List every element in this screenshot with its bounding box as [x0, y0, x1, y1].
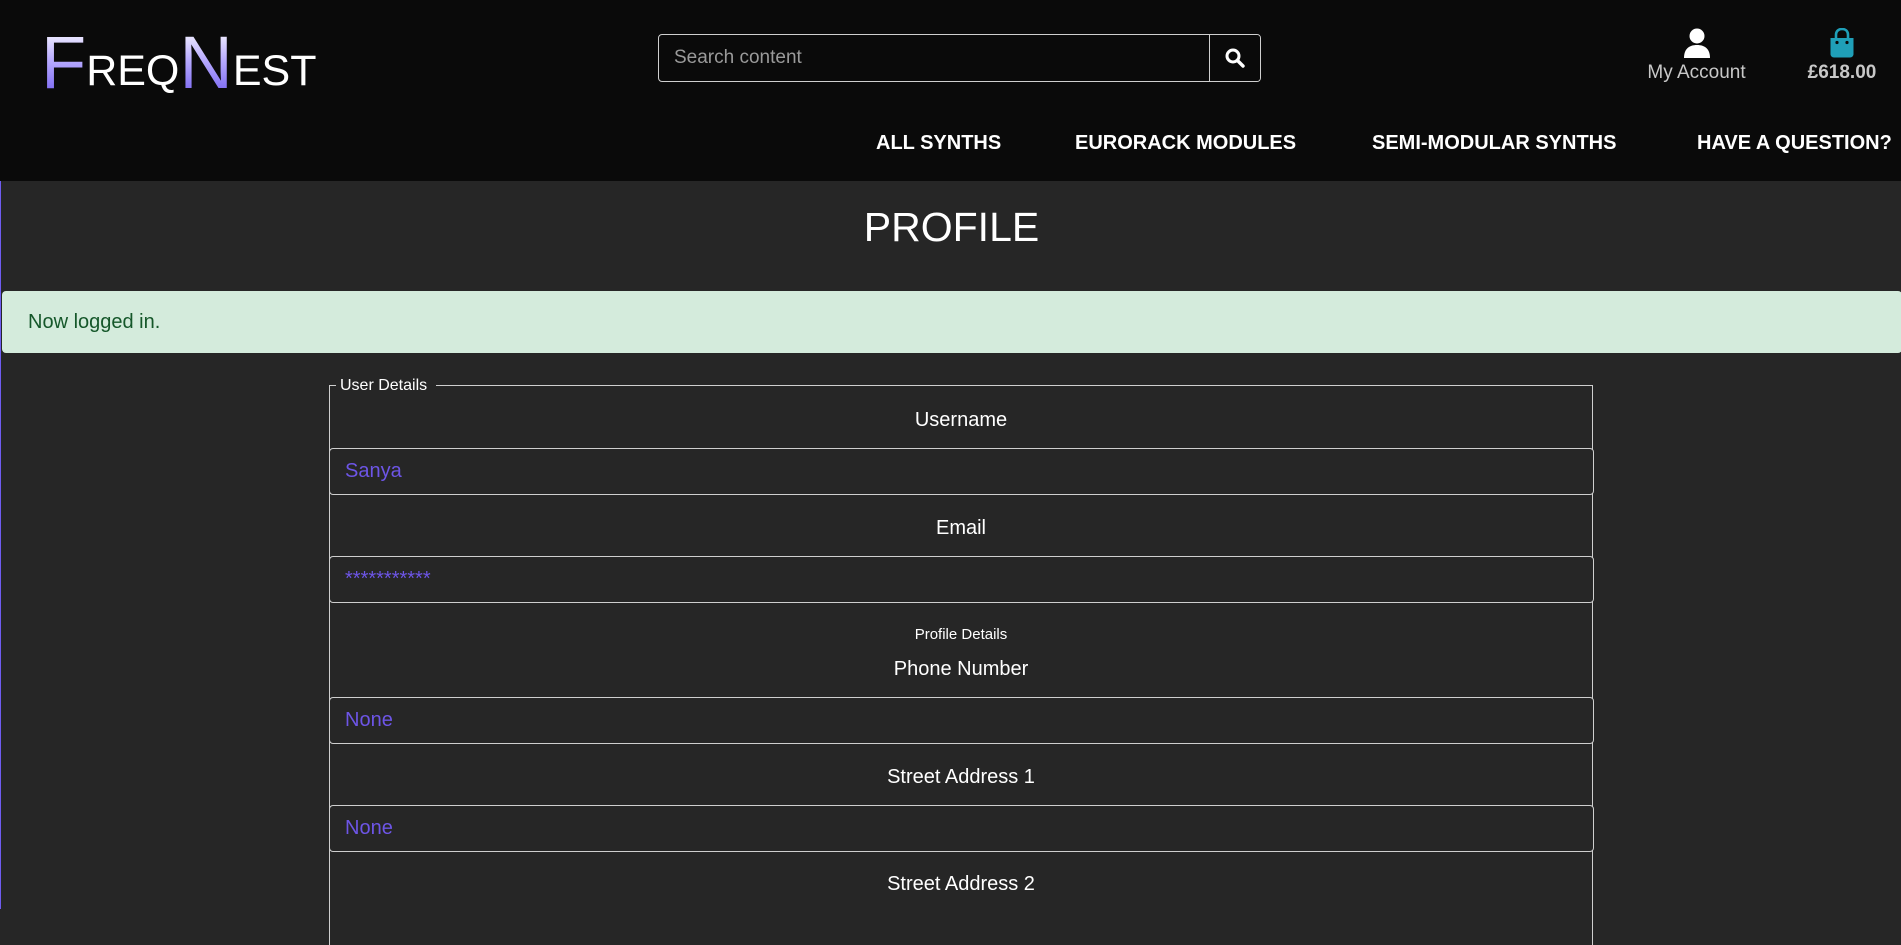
my-account-label: My Account — [1647, 62, 1746, 83]
street-address-1-field[interactable] — [329, 805, 1594, 852]
success-alert: Now logged in. — [2, 291, 1901, 353]
search-button[interactable] — [1209, 35, 1260, 81]
logo-text-req: REQ — [86, 47, 180, 95]
phone-number-field[interactable] — [329, 697, 1594, 744]
user-details-legend: User Details — [336, 377, 437, 395]
my-account-link[interactable]: My Account — [1640, 28, 1753, 84]
logo[interactable]: F REQ N EST — [41, 22, 316, 100]
nav-all-synths[interactable]: ALL SYNTHS — [876, 132, 1001, 155]
page-title: PROFILE — [863, 204, 1040, 250]
profile-details-legend: Profile Details — [914, 626, 1008, 643]
nav-semi-modular-synths[interactable]: SEMI-MODULAR SYNTHS — [1372, 132, 1616, 155]
username-label: Username — [914, 409, 1008, 431]
user-details-fieldset: User Details Username Email Profile Deta… — [329, 377, 1594, 945]
profile-page: PROFILE Now logged in. User Details User… — [0, 181, 1901, 945]
nav-eurorack-modules[interactable]: EURORACK MODULES — [1075, 132, 1296, 155]
site-header: FREQNEST My Account £618.00 ALL SYNTHS E… — [0, 0, 1901, 181]
email-label: Email — [935, 517, 986, 539]
search-icon — [1225, 48, 1245, 68]
email-field[interactable] — [329, 556, 1594, 603]
logo-letter-n: N — [179, 21, 233, 104]
logo-text-est: EST — [232, 47, 317, 95]
nav-have-a-question[interactable]: HAVE A QUESTION? — [1697, 132, 1892, 155]
phone-number-label: Phone Number — [893, 658, 1029, 680]
search-input[interactable] — [659, 35, 1209, 81]
username-field[interactable] — [329, 448, 1594, 495]
shopping-bag-link[interactable]: £618.00 — [1797, 28, 1887, 84]
search-bar — [658, 34, 1261, 82]
alert-message: Now logged in. — [28, 310, 161, 333]
shopping-bag-icon — [1830, 28, 1854, 58]
main-nav: ALL SYNTHS EURORACK MODULES SEMI-MODULAR… — [0, 132, 1901, 162]
street-address-2-label: Street Address 2 — [887, 873, 1035, 895]
user-icon — [1683, 28, 1710, 58]
street-address-1-label: Street Address 1 — [887, 766, 1035, 788]
bag-total: £618.00 — [1807, 62, 1877, 83]
logo-letter-f: F — [41, 21, 87, 104]
